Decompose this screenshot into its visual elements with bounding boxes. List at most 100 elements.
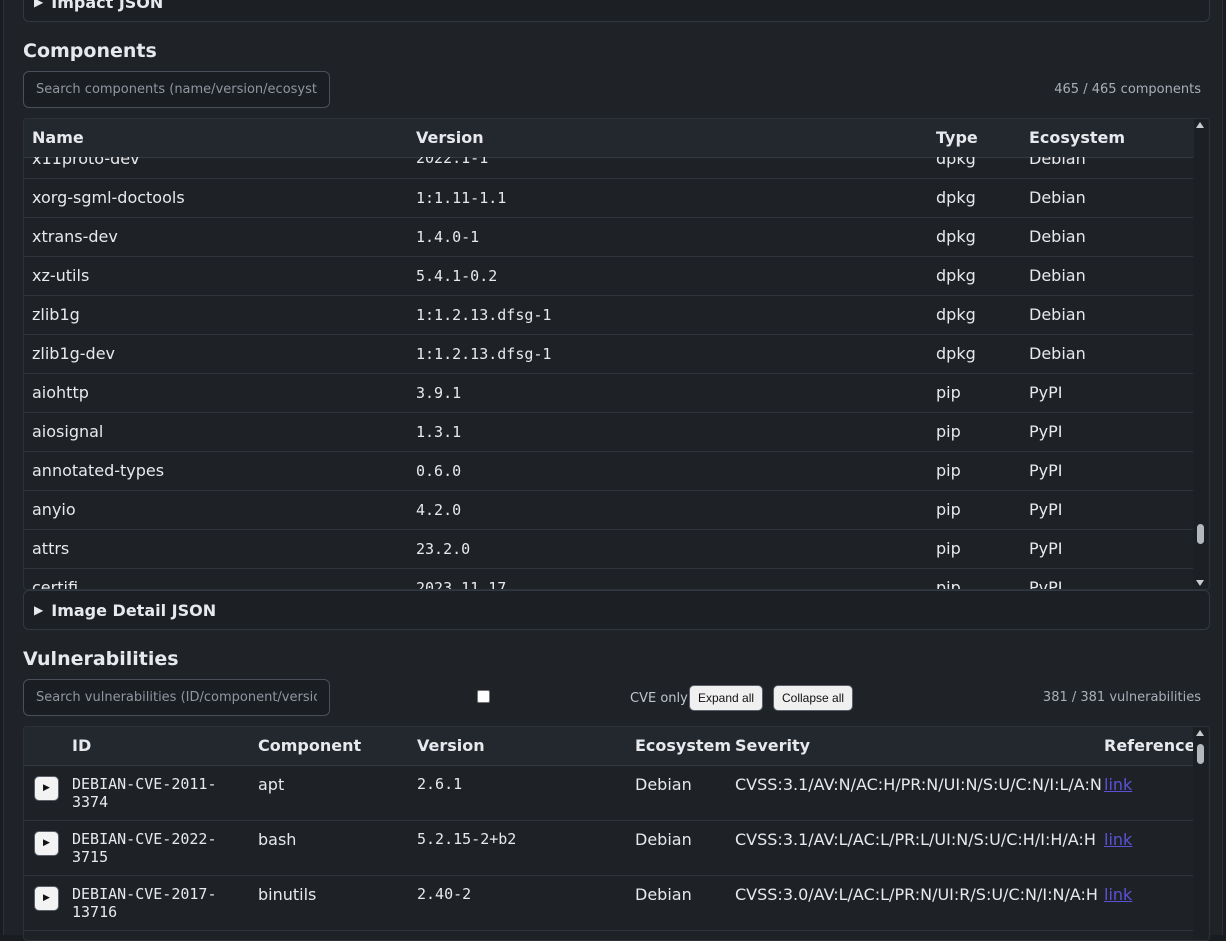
vuln-id-line2: 13716 bbox=[72, 902, 118, 921]
components-table: Name Version Type Ecosystem x11proto-dev… bbox=[23, 118, 1210, 590]
vuln-id-line2: 3374 bbox=[72, 792, 109, 811]
component-version-cell: 23.2.0 bbox=[408, 529, 928, 569]
table-row: certifi 2023.11.17 pip PyPI bbox=[24, 568, 1194, 589]
table-row: annotated-types 0.6.0 pip PyPI bbox=[24, 451, 1194, 491]
table-row: ▶ DEBIAN-CVE-2011- 3374 apt 2.6.1 Debian CVSS:… bbox=[24, 765, 1194, 821]
column-header-component[interactable]: Component bbox=[250, 727, 409, 766]
vuln-id-line1: DEBIAN-CVE-2011- bbox=[72, 774, 217, 793]
cve-only-checkbox[interactable] bbox=[477, 690, 490, 703]
column-header-expand bbox=[24, 727, 64, 766]
reference-link[interactable]: link bbox=[1104, 830, 1132, 849]
reference-link[interactable]: link bbox=[1104, 775, 1132, 794]
vuln-severity-cell: CVSS:3.1/AV:L/AC:L/PR:L/UI:N/S:U/C:H/I:H… bbox=[727, 820, 1096, 876]
scroll-thumb[interactable] bbox=[1197, 524, 1204, 544]
vuln-id-line1: DEBIAN-CVE-2022- bbox=[72, 829, 217, 848]
table-row: zlib1g 1:1.2.13.dfsg-1 dpkg Debian bbox=[24, 295, 1194, 335]
component-name-cell: aiohttp bbox=[24, 373, 408, 413]
component-name-cell: xtrans-dev bbox=[24, 217, 408, 257]
table-row: xtrans-dev 1.4.0-1 dpkg Debian bbox=[24, 217, 1194, 257]
vuln-id-line1: DEBIAN-CVE-2017- bbox=[72, 884, 217, 903]
component-version-cell: 1.4.0-1 bbox=[408, 217, 928, 257]
component-type-cell: dpkg bbox=[928, 334, 1021, 374]
image-detail-json-label: Image Detail JSON bbox=[51, 600, 217, 620]
vulnerabilities-title: Vulnerabilities bbox=[23, 648, 179, 670]
vuln-reference-cell: link bbox=[1096, 820, 1194, 876]
expand-row-button[interactable]: ▶ bbox=[34, 775, 59, 801]
table-row: ▶ DEBIAN-CVE-2022- 3715 bash 5.2.15-2+b2 Debi… bbox=[24, 820, 1194, 876]
component-type-cell: pip bbox=[928, 373, 1021, 413]
impact-json-toggle[interactable]: ▶ Impact JSON bbox=[23, 0, 1210, 22]
component-name-cell: anyio bbox=[24, 490, 408, 530]
column-header-ecosystem[interactable]: Ecosystem bbox=[1021, 119, 1194, 158]
components-header-row: Name Version Type Ecosystem bbox=[24, 119, 1194, 158]
component-type-cell: pip bbox=[928, 568, 1021, 589]
vuln-severity-cell: CVSS:3.0/AV:L/AC:L/PR:N/UI:R/S:U/C:N/I:N… bbox=[727, 875, 1098, 931]
component-name-cell: xz-utils bbox=[24, 256, 408, 296]
scroll-up-arrow-icon[interactable] bbox=[1196, 730, 1204, 736]
vuln-version-cell: 2.6.1 bbox=[409, 765, 627, 821]
table-row: aiohttp 3.9.1 pip PyPI bbox=[24, 373, 1194, 413]
component-type-cell: pip bbox=[928, 451, 1021, 491]
disclosure-triangle-icon: ▶ bbox=[34, 0, 44, 9]
component-name-cell: xorg-sgml-doctools bbox=[24, 178, 408, 218]
image-detail-json-toggle[interactable]: ▶ Image Detail JSON bbox=[23, 590, 1210, 630]
reference-link[interactable]: link bbox=[1104, 885, 1132, 904]
component-ecosystem-cell: Debian bbox=[1021, 334, 1194, 374]
component-ecosystem-cell: PyPI bbox=[1021, 373, 1194, 413]
impact-json-label: Impact JSON bbox=[51, 0, 164, 12]
column-header-severity[interactable]: Severity bbox=[727, 727, 1096, 766]
column-header-reference[interactable]: Reference bbox=[1096, 727, 1194, 766]
component-version-cell: 1:1.2.13.dfsg-1 bbox=[408, 295, 928, 335]
component-name-cell: annotated-types bbox=[24, 451, 408, 491]
expand-row-button[interactable]: ▶ bbox=[34, 830, 59, 856]
column-header-id[interactable]: ID bbox=[64, 727, 250, 766]
vuln-ecosystem-cell: Debian bbox=[627, 820, 727, 876]
component-ecosystem-cell: PyPI bbox=[1021, 490, 1194, 530]
play-triangle-icon: ▶ bbox=[43, 783, 50, 793]
expand-cell: ▶ bbox=[24, 820, 64, 876]
expand-all-button[interactable]: Expand all bbox=[689, 685, 764, 711]
component-name-cell: zlib1g-dev bbox=[24, 334, 408, 374]
table-row: anyio 4.2.0 pip PyPI bbox=[24, 490, 1194, 530]
vuln-id-cell: DEBIAN-CVE-2011- 3374 bbox=[64, 765, 250, 821]
vuln-component-cell: binutils bbox=[250, 875, 409, 931]
table-row: ▶ DEBIAN-CVE-2017- 13716 binutils 2.40-2 Debi… bbox=[24, 875, 1194, 931]
components-search-input[interactable] bbox=[23, 71, 330, 108]
component-version-cell: 2023.11.17 bbox=[408, 568, 928, 589]
expand-cell: ▶ bbox=[24, 765, 64, 821]
component-ecosystem-cell: Debian bbox=[1021, 217, 1194, 257]
component-ecosystem-cell: PyPI bbox=[1021, 451, 1194, 491]
component-version-cell: 1:1.2.13.dfsg-1 bbox=[408, 334, 928, 374]
scroll-up-arrow-icon[interactable] bbox=[1196, 122, 1204, 128]
scroll-down-arrow-icon[interactable] bbox=[1196, 580, 1204, 586]
components-count: 465 / 465 components bbox=[1054, 82, 1201, 97]
table-row: attrs 23.2.0 pip PyPI bbox=[24, 529, 1194, 569]
scroll-thumb[interactable] bbox=[1197, 744, 1204, 764]
table-row: zlib1g-dev 1:1.2.13.dfsg-1 dpkg Debian bbox=[24, 334, 1194, 374]
components-scrollbar[interactable] bbox=[1193, 119, 1208, 589]
component-version-cell: 5.4.1-0.2 bbox=[408, 256, 928, 296]
vuln-ecosystem-cell: Debian bbox=[627, 765, 727, 821]
component-ecosystem-cell: Debian bbox=[1021, 256, 1194, 296]
component-version-cell: 0.6.0 bbox=[408, 451, 928, 491]
components-body: x11proto-dev 2022.1-1 dpkg Debian xorg-sgml-… bbox=[24, 139, 1194, 589]
report-panel: ▶ Impact JSON Components 465 / 465 compo… bbox=[3, 0, 1223, 941]
column-header-version[interactable]: Version bbox=[408, 119, 928, 158]
components-title: Components bbox=[23, 40, 157, 62]
column-header-version[interactable]: Version bbox=[409, 727, 627, 766]
component-type-cell: dpkg bbox=[928, 217, 1021, 257]
expand-row-button[interactable]: ▶ bbox=[34, 885, 59, 911]
column-header-type[interactable]: Type bbox=[928, 119, 1021, 158]
vulnerabilities-search-input[interactable] bbox=[23, 679, 330, 716]
vuln-component-cell: bash bbox=[250, 820, 409, 876]
vulnerabilities-header-row: ID Component Version Ecosystem Severity … bbox=[24, 727, 1194, 766]
collapse-all-button[interactable]: Collapse all bbox=[773, 685, 854, 711]
column-header-ecosystem[interactable]: Ecosystem bbox=[627, 727, 731, 766]
expand-cell: ▶ bbox=[24, 875, 64, 931]
column-header-name[interactable]: Name bbox=[24, 119, 408, 158]
component-ecosystem-cell: PyPI bbox=[1021, 568, 1194, 589]
vuln-severity-cell: CVSS:3.1/AV:N/AC:H/PR:N/UI:N/S:U/C:N/I:L… bbox=[727, 765, 1102, 821]
vuln-version-cell: 2.40-2 bbox=[409, 875, 627, 931]
vulnerabilities-scrollbar[interactable] bbox=[1193, 727, 1208, 940]
component-version-cell: 4.2.0 bbox=[408, 490, 928, 530]
